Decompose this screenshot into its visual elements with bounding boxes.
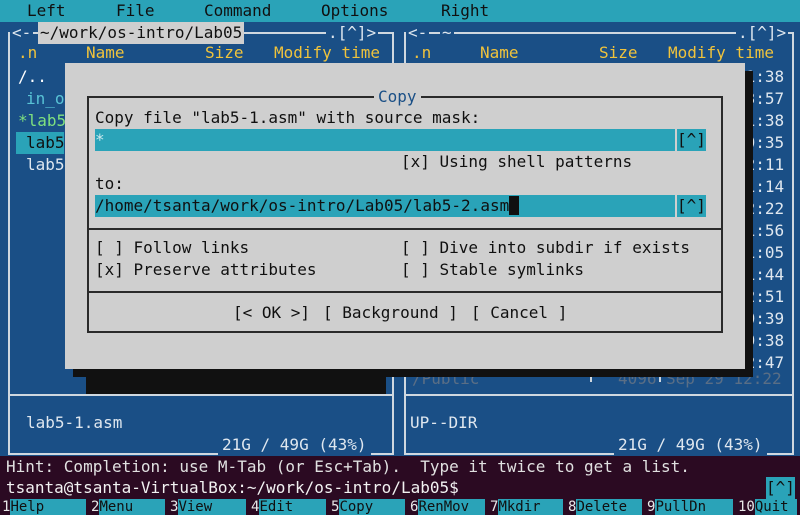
shell-patterns-checkbox[interactable]: [x] Using shell patterns bbox=[401, 151, 632, 173]
fkey-number: 4 bbox=[251, 499, 260, 515]
right-panel-disk-usage: 21G / 49G (43%) bbox=[614, 434, 767, 456]
fkey-label: Delete bbox=[576, 499, 643, 515]
command-line[interactable]: tsanta@tsanta-VirtualBox:~/work/os-intro… bbox=[0, 477, 800, 499]
destination-history-button[interactable]: [^] bbox=[677, 195, 706, 217]
fkey-label: Quit bbox=[754, 499, 797, 515]
cancel-button[interactable]: [ Cancel ] bbox=[471, 302, 567, 324]
right-panel-path[interactable]: ~ bbox=[440, 22, 454, 44]
fkey-number: 7 bbox=[490, 499, 499, 515]
fkey-view[interactable]: 3View bbox=[170, 499, 247, 515]
dive-subdir-checkbox[interactable]: [ ] Dive into subdir if exists bbox=[401, 237, 690, 259]
function-key-bar: 1Help 2Menu 3View 4Edit 5Copy 6RenMov 7Mkdir 8D… bbox=[0, 499, 800, 515]
list-item-selected[interactable]: lab5 bbox=[26, 132, 65, 154]
right-panel-selected-name: UP--DIR bbox=[410, 413, 478, 432]
fkey-help[interactable]: 1Help bbox=[2, 499, 87, 515]
right-panel-corner-buttons[interactable]: .[^]> bbox=[736, 22, 789, 44]
fkey-menu[interactable]: 2Menu bbox=[91, 499, 166, 515]
fkey-label: Help bbox=[10, 499, 87, 515]
fkey-label: Menu bbox=[99, 499, 166, 515]
fkey-label: Mkdir bbox=[498, 499, 564, 515]
list-item[interactable]: *lab5 bbox=[18, 110, 66, 132]
command-history-button[interactable]: [^] bbox=[766, 477, 795, 499]
ok-button[interactable]: [< OK >] bbox=[233, 302, 310, 324]
right-col-size[interactable]: Size bbox=[599, 42, 638, 64]
fkey-label: Edit bbox=[259, 499, 327, 515]
right-panel-footer-divider bbox=[404, 394, 794, 396]
dialog-title: Copy bbox=[374, 86, 421, 108]
fkey-number: 8 bbox=[568, 499, 577, 515]
hint-text: Hint: Completion: use M-Tab (or Esc+Tab)… bbox=[6, 457, 690, 476]
source-mask-label: Copy file "lab5-1.asm" with source mask: bbox=[95, 108, 481, 127]
source-mask-input[interactable]: * bbox=[95, 129, 675, 151]
fkey-number: 9 bbox=[647, 499, 656, 515]
left-col-name[interactable]: Name bbox=[86, 42, 125, 64]
source-history-button[interactable]: [^] bbox=[677, 129, 706, 151]
stable-symlinks-checkbox[interactable]: [ ] Stable symlinks bbox=[401, 259, 584, 281]
menu-command[interactable]: Command bbox=[204, 0, 271, 22]
fkey-number: 6 bbox=[410, 499, 419, 515]
menu-bar: Left File Command Options Right bbox=[0, 0, 800, 22]
left-panel-footer-divider bbox=[8, 394, 394, 396]
fkey-label: Copy bbox=[339, 499, 406, 515]
fkey-mkdir[interactable]: 7Mkdir bbox=[490, 499, 564, 515]
left-panel-selected-name: lab5-1.asm bbox=[26, 413, 123, 432]
fkey-number: 1 bbox=[2, 499, 11, 515]
menu-options[interactable]: Options bbox=[321, 0, 388, 22]
fkey-number: 10 bbox=[738, 499, 755, 515]
left-col-mtime[interactable]: Modify time bbox=[274, 42, 380, 64]
fkey-quit[interactable]: 10Quit bbox=[738, 499, 797, 515]
destination-input[interactable]: /home/tsanta/work/os-intro/Lab05/lab5-2.… bbox=[95, 195, 675, 217]
left-panel-nav-marker[interactable]: <- bbox=[10, 22, 34, 44]
background-button[interactable]: [ Background ] bbox=[323, 302, 458, 324]
fkey-number: 5 bbox=[331, 499, 340, 515]
fkey-label: PullDn bbox=[655, 499, 734, 515]
left-panel-path[interactable]: ~/work/os-intro/Lab05 bbox=[38, 22, 245, 44]
left-panel-corner-buttons[interactable]: .[^]> bbox=[326, 22, 379, 44]
fkey-delete[interactable]: 8Delete bbox=[568, 499, 643, 515]
right-panel-nav-marker[interactable]: <- bbox=[406, 22, 430, 44]
fkey-number: 3 bbox=[170, 499, 179, 515]
list-item[interactable]: /.. bbox=[18, 66, 47, 88]
fkey-label: View bbox=[178, 499, 247, 515]
preserve-attributes-checkbox[interactable]: [x] Preserve attributes bbox=[95, 259, 317, 281]
list-item[interactable]: in_o bbox=[26, 88, 65, 110]
fkey-edit[interactable]: 4Edit bbox=[251, 499, 327, 515]
list-item[interactable]: lab5 bbox=[26, 154, 65, 176]
left-col-size[interactable]: Size bbox=[205, 42, 244, 64]
fkey-pulldn[interactable]: 9PullDn bbox=[647, 499, 734, 515]
menu-right[interactable]: Right bbox=[441, 0, 489, 22]
left-panel-disk-usage: 21G / 49G (43%) bbox=[218, 434, 371, 456]
fkey-renmov[interactable]: 6RenMov bbox=[410, 499, 486, 515]
right-col-name[interactable]: Name bbox=[480, 42, 519, 64]
fkey-copy[interactable]: 5Copy bbox=[331, 499, 406, 515]
menu-file[interactable]: File bbox=[116, 0, 155, 22]
right-col-n[interactable]: .n bbox=[412, 42, 431, 64]
text-cursor: _ bbox=[509, 196, 519, 215]
left-col-n[interactable]: .n bbox=[18, 42, 37, 64]
copy-dialog: Copy Copy file "lab5-1.asm" with source … bbox=[65, 63, 745, 369]
fkey-label: RenMov bbox=[418, 499, 486, 515]
fkey-number: 2 bbox=[91, 499, 100, 515]
follow-links-checkbox[interactable]: [ ] Follow links bbox=[95, 237, 249, 259]
to-label: to: bbox=[95, 174, 124, 193]
menu-left[interactable]: Left bbox=[27, 0, 66, 22]
destination-value: /home/tsanta/work/os-intro/Lab05/lab5-2.… bbox=[95, 196, 510, 215]
shell-prompt: tsanta@tsanta-VirtualBox:~/work/os-intro… bbox=[6, 478, 459, 497]
source-mask-value: * bbox=[95, 130, 105, 149]
right-col-mtime[interactable]: Modify time bbox=[668, 42, 774, 64]
hint-line: Hint: Completion: use M-Tab (or Esc+Tab)… bbox=[0, 456, 800, 477]
